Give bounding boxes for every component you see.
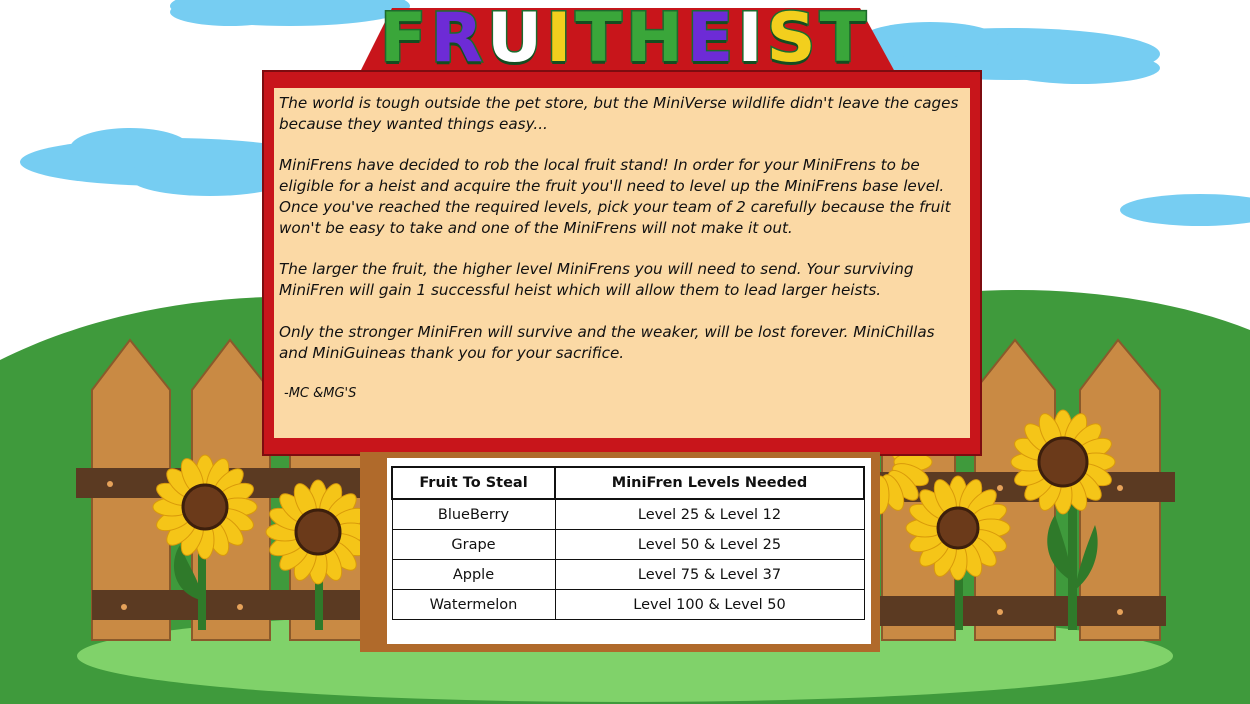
title-letter: E bbox=[685, 0, 738, 78]
sunflower-right-large bbox=[1010, 409, 1116, 515]
table-header-row: Fruit To Steal MiniFren Levels Needed bbox=[391, 466, 865, 500]
title-letter: S bbox=[765, 0, 820, 78]
fruit-cell: Watermelon bbox=[391, 589, 556, 620]
header-fruit: Fruit To Steal bbox=[391, 466, 556, 500]
fruit-requirements-table: Fruit To Steal MiniFren Levels Needed Bl… bbox=[391, 466, 865, 620]
story-paragraph: MiniFrens have decided to rob the local … bbox=[279, 156, 951, 237]
table-row: Grape Level 50 & Level 25 bbox=[391, 529, 865, 560]
table-row: Watermelon Level 100 & Level 50 bbox=[391, 589, 865, 620]
title-letter: F bbox=[378, 0, 431, 78]
sunflower-right-small bbox=[905, 475, 1011, 581]
title-letter: I bbox=[736, 0, 767, 78]
title-letter: H bbox=[624, 0, 687, 78]
story-paragraph: Only the stronger MiniFren will survive … bbox=[279, 322, 935, 362]
cloud-right bbox=[1120, 194, 1250, 226]
title-letter: U bbox=[485, 0, 547, 78]
cloud-top-left bbox=[170, 0, 410, 26]
sunflower-left-small bbox=[265, 479, 371, 585]
fruit-cell: Apple bbox=[391, 559, 556, 590]
title-letter: I bbox=[545, 0, 576, 78]
story-signature: -MC &MG'S bbox=[284, 386, 357, 402]
header-levels: MiniFren Levels Needed bbox=[554, 466, 865, 500]
fruit-cell: BlueBerry bbox=[391, 498, 556, 530]
story-panel: The world is tough outside the pet store… bbox=[274, 88, 970, 438]
levels-cell: Level 25 & Level 12 bbox=[554, 498, 865, 530]
levels-cell: Level 50 & Level 25 bbox=[554, 529, 865, 560]
table-row: BlueBerry Level 25 & Level 12 bbox=[391, 498, 865, 530]
table-row: Apple Level 75 & Level 37 bbox=[391, 559, 865, 590]
sunflower-left-large bbox=[152, 454, 258, 560]
title-letter: T bbox=[818, 0, 870, 78]
story-paragraph: The larger the fruit, the higher level M… bbox=[279, 260, 914, 300]
fruit-cell: Grape bbox=[391, 529, 556, 560]
levels-cell: Level 75 & Level 37 bbox=[554, 559, 865, 590]
story-paragraph: The world is tough outside the pet store… bbox=[279, 94, 959, 133]
title-letter: R bbox=[429, 0, 487, 78]
title-letter: T bbox=[574, 0, 626, 78]
levels-cell: Level 100 & Level 50 bbox=[554, 589, 865, 620]
game-title: F R U I T H E I S T bbox=[378, 0, 870, 78]
